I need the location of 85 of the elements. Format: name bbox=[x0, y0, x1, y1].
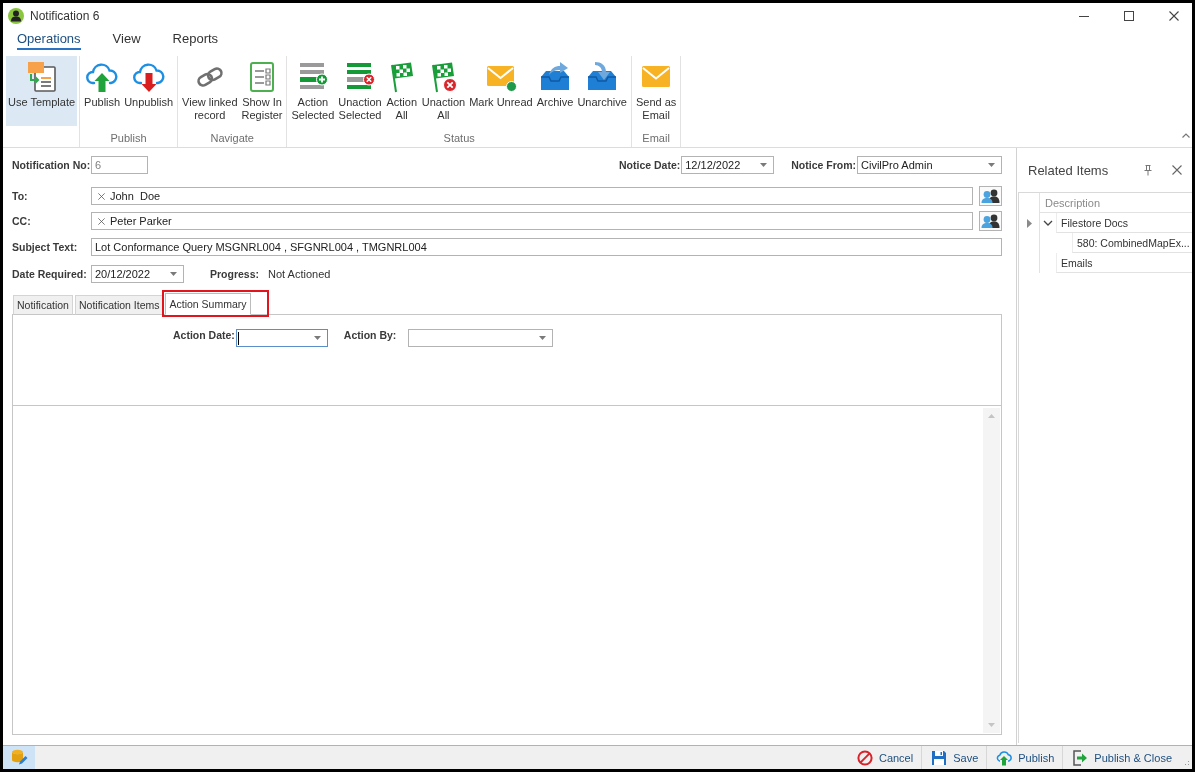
window-title: Notification 6 bbox=[30, 9, 100, 23]
recipients-field[interactable]: John Doe bbox=[91, 187, 973, 205]
ribbon-tab[interactable]: Operations bbox=[17, 31, 81, 50]
publish-button[interactable]: Publish bbox=[986, 746, 1063, 769]
field-label: To: bbox=[12, 190, 29, 202]
ribbon-tab[interactable]: View bbox=[112, 31, 141, 50]
remove-icon bbox=[98, 217, 105, 225]
dropdown-arrow-icon bbox=[760, 163, 768, 167]
close-icon bbox=[1172, 165, 1182, 175]
use-template-button[interactable]: Use Template bbox=[6, 56, 78, 126]
tree-item[interactable]: Emails bbox=[1056, 253, 1192, 273]
unaction-all-button[interactable]: Unaction All bbox=[419, 56, 468, 126]
dropdown-arrow-icon bbox=[988, 163, 995, 167]
dropdown-field[interactable] bbox=[235, 329, 328, 347]
resize-grip-icon[interactable] bbox=[1184, 760, 1190, 766]
save-button[interactable]: Save bbox=[921, 746, 987, 769]
publish-close-button[interactable]: Publish & Close bbox=[1062, 746, 1180, 769]
tree-item[interactable]: 580: CombinedMapEx... bbox=[1072, 233, 1192, 253]
unarchive-button[interactable]: Unarchive bbox=[575, 56, 629, 126]
date-field[interactable]: 12/12/2022 bbox=[681, 156, 775, 174]
dropdown-field[interactable] bbox=[408, 329, 554, 347]
cloud-upload-icon bbox=[996, 749, 1013, 766]
field-label: CC: bbox=[12, 215, 32, 227]
cloud-download-icon bbox=[132, 61, 165, 93]
prohibited-icon bbox=[856, 749, 873, 766]
field-label: Progress: bbox=[210, 268, 260, 280]
template-icon bbox=[25, 61, 58, 93]
chevron-icon[interactable] bbox=[1043, 218, 1053, 228]
dropdown-arrow-icon bbox=[539, 336, 547, 340]
unaction-selected-button[interactable]: Unaction Selected bbox=[336, 56, 384, 126]
dropdown-arrow-icon bbox=[170, 272, 177, 276]
exit-icon bbox=[1072, 749, 1089, 766]
ribbon-tab[interactable]: Reports bbox=[172, 31, 219, 50]
column-header[interactable]: Description bbox=[1040, 193, 1192, 213]
view-linked-button[interactable]: View linked record bbox=[180, 56, 240, 126]
people-icon bbox=[981, 189, 1000, 203]
field-label: Notification No: bbox=[12, 159, 91, 171]
field-label: Action Date: bbox=[173, 329, 235, 341]
publish-button[interactable]: Publish bbox=[82, 56, 123, 126]
recipient-tag[interactable]: Peter Parker bbox=[95, 215, 172, 227]
action-selected-button[interactable]: Action Selected bbox=[289, 56, 337, 126]
group-label: Status bbox=[442, 131, 476, 146]
group-label: Email bbox=[641, 131, 671, 146]
panel-title: Related Items bbox=[1028, 162, 1109, 178]
maximize-icon bbox=[1124, 11, 1134, 21]
user-icon bbox=[8, 8, 24, 24]
tray-arrow-icon bbox=[539, 61, 572, 93]
subject-field[interactable]: Lot Conformance Query MSGNRL004 , SFGNRL004 , TMGNRL004 bbox=[91, 238, 1002, 256]
recipient-tag[interactable]: John Doe bbox=[95, 190, 161, 202]
close-icon bbox=[1169, 11, 1179, 21]
tree-item[interactable]: Filestore Docs bbox=[1056, 213, 1192, 233]
archive-button[interactable]: Archive bbox=[534, 56, 576, 126]
tab[interactable]: Notification Items bbox=[74, 295, 164, 315]
text-cursor-icon bbox=[237, 331, 239, 345]
group-label: Navigate bbox=[209, 131, 255, 146]
mark-unread-button[interactable]: Mark Unread bbox=[467, 56, 535, 126]
date-field[interactable]: 20/12/2022 bbox=[91, 265, 184, 283]
cloud-upload-icon bbox=[86, 61, 119, 93]
pin-button[interactable] bbox=[1144, 164, 1152, 176]
dropdown-field[interactable]: CivilPro Admin bbox=[857, 156, 1002, 174]
address-book-button[interactable] bbox=[979, 186, 1002, 206]
address-book-button[interactable] bbox=[979, 211, 1002, 231]
collapse-ribbon-icon[interactable] bbox=[1182, 133, 1190, 138]
progress-value: Not Actioned bbox=[268, 268, 331, 280]
unpublish-button[interactable]: Unpublish bbox=[122, 56, 176, 126]
send-email-button[interactable]: Send as Email bbox=[633, 56, 679, 126]
people-icon bbox=[981, 214, 1000, 228]
field-label: Notice From: bbox=[791, 159, 856, 171]
recipients-field[interactable]: Peter Parker bbox=[91, 212, 973, 230]
field-label: Subject Text: bbox=[12, 241, 79, 253]
cancel-button[interactable]: Cancel bbox=[847, 746, 922, 769]
tray-arrow-icon bbox=[586, 61, 619, 93]
close-button[interactable] bbox=[1172, 165, 1182, 175]
show-register-button[interactable]: Show In Register bbox=[239, 56, 285, 126]
action-all-button[interactable]: Action All bbox=[383, 56, 420, 126]
minimize-icon bbox=[1079, 15, 1089, 17]
database-edit-icon[interactable] bbox=[10, 749, 28, 766]
tab[interactable]: Notification bbox=[13, 295, 73, 315]
group-label: Publish bbox=[109, 131, 148, 146]
pin-icon bbox=[1144, 164, 1152, 176]
field-label: Date Required: bbox=[12, 268, 88, 280]
field-label: Notice Date: bbox=[618, 159, 681, 171]
remove-icon bbox=[98, 192, 105, 200]
dropdown-arrow-icon bbox=[313, 336, 321, 340]
field-label: Action By: bbox=[343, 329, 397, 341]
